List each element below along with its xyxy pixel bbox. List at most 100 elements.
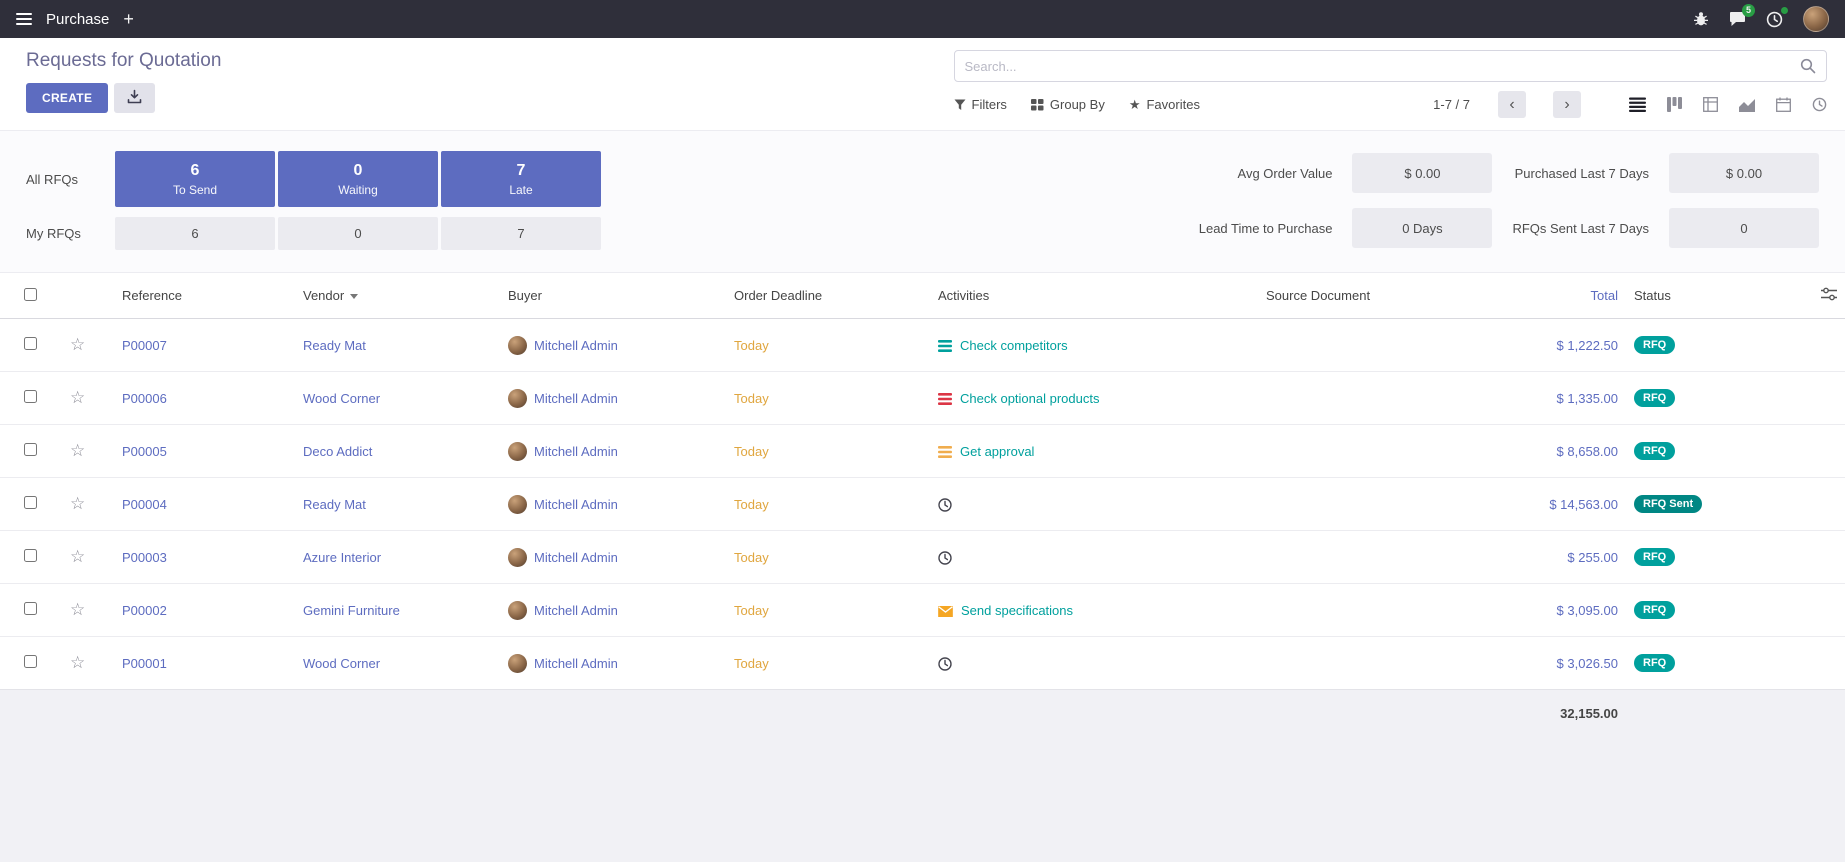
column-header-source-document[interactable]: Source Document [1258,273,1450,319]
activities-clock-icon[interactable] [1766,11,1783,28]
favorite-star-icon[interactable]: ☆ [70,600,85,619]
card-to-send[interactable]: 6 To Send [115,151,275,207]
buyer-link[interactable]: Mitchell Admin [534,550,618,565]
activity-icon[interactable] [938,393,952,405]
vendor-link[interactable]: Azure Interior [303,550,381,565]
row-checkbox[interactable] [24,549,37,562]
row-checkbox[interactable] [24,602,37,615]
vendor-link[interactable]: Deco Addict [303,444,372,459]
my-late[interactable]: 7 [441,217,601,250]
buyer-link[interactable]: Mitchell Admin [534,603,618,618]
buyer-link[interactable]: Mitchell Admin [534,444,618,459]
activity-icon[interactable] [938,606,953,617]
activity-label[interactable]: Check optional products [960,391,1099,406]
optional-columns-icon[interactable] [1821,287,1837,301]
reference-link[interactable]: P00002 [122,603,167,618]
favorite-star-icon[interactable]: ☆ [70,494,85,513]
reference-link[interactable]: P00005 [122,444,167,459]
select-all-checkbox[interactable] [24,288,37,301]
view-calendar-button[interactable] [1776,97,1791,112]
order-deadline-value: Today [734,497,769,512]
row-checkbox[interactable] [24,337,37,350]
vendor-link[interactable]: Gemini Furniture [303,603,400,618]
favorite-star-icon[interactable]: ☆ [70,547,85,566]
favorite-star-icon[interactable]: ☆ [70,335,85,354]
search-icon[interactable] [1800,58,1816,74]
activity-label[interactable]: Check competitors [960,338,1068,353]
buyer-avatar [508,389,527,408]
reference-link[interactable]: P00001 [122,656,167,671]
view-graph-button[interactable] [1739,98,1755,112]
app-name[interactable]: Purchase [46,11,109,28]
column-header-reference[interactable]: Reference [114,273,295,319]
row-checkbox[interactable] [24,496,37,509]
export-button[interactable] [114,83,155,113]
vendor-link[interactable]: Ready Mat [303,338,366,353]
apps-menu-icon[interactable] [16,13,32,25]
my-to-send[interactable]: 6 [115,217,275,250]
buyer-link[interactable]: Mitchell Admin [534,391,618,406]
favorites-button[interactable]: ★ Favorites [1129,97,1200,113]
plus-icon[interactable]: + [123,10,134,28]
view-kanban-button[interactable] [1667,97,1682,112]
table-row[interactable]: ☆ P00005 Deco Addict Mitchell Admin Toda… [0,425,1845,478]
favorite-star-icon[interactable]: ☆ [70,653,85,672]
activity-icon[interactable] [938,498,952,512]
status-badge: RFQ [1634,601,1675,619]
reference-header-label: Reference [122,288,182,303]
user-avatar[interactable] [1803,6,1829,32]
card-late[interactable]: 7 Late [441,151,601,207]
column-header-buyer[interactable]: Buyer [500,273,726,319]
buyer-link[interactable]: Mitchell Admin [534,338,618,353]
buyer-link[interactable]: Mitchell Admin [534,656,618,671]
column-header-order-deadline[interactable]: Order Deadline [726,273,930,319]
reference-link[interactable]: P00007 [122,338,167,353]
my-waiting[interactable]: 0 [278,217,438,250]
total-amount: $ 8,658.00 [1557,444,1618,459]
filters-button[interactable]: Filters [954,97,1007,112]
activity-icon[interactable] [938,446,952,458]
reference-link[interactable]: P00004 [122,497,167,512]
messages-icon[interactable]: 5 [1729,11,1746,27]
table-row[interactable]: ☆ P00003 Azure Interior Mitchell Admin T… [0,531,1845,584]
favorite-star-icon[interactable]: ☆ [70,388,85,407]
table-row[interactable]: ☆ P00007 Ready Mat Mitchell Admin Today … [0,319,1845,372]
activity-icon[interactable] [938,657,952,671]
search-box [954,50,1827,82]
debug-bug-icon[interactable] [1693,11,1709,27]
row-checkbox[interactable] [24,443,37,456]
table-row[interactable]: ☆ P00002 Gemini Furniture Mitchell Admin… [0,584,1845,637]
row-checkbox[interactable] [24,390,37,403]
activity-icon[interactable] [938,340,952,352]
group-by-button[interactable]: Group By [1031,97,1105,112]
activity-label[interactable]: Send specifications [961,603,1073,618]
view-list-button[interactable] [1629,97,1646,112]
table-row[interactable]: ☆ P00004 Ready Mat Mitchell Admin Today … [0,478,1845,531]
kpi-avg-order-label: Avg Order Value [1238,166,1333,181]
create-button[interactable]: CREATE [26,83,108,113]
view-activity-button[interactable] [1812,97,1827,112]
vendor-link[interactable]: Ready Mat [303,497,366,512]
table-row[interactable]: ☆ P00001 Wood Corner Mitchell Admin Toda… [0,637,1845,690]
vendor-link[interactable]: Wood Corner [303,656,380,671]
activity-icon[interactable] [938,551,952,565]
card-waiting[interactable]: 0 Waiting [278,151,438,207]
table-row[interactable]: ☆ P00006 Wood Corner Mitchell Admin Toda… [0,372,1845,425]
buyer-link[interactable]: Mitchell Admin [534,497,618,512]
column-header-total[interactable]: Total [1450,273,1626,319]
buyer-avatar [508,654,527,673]
reference-link[interactable]: P00006 [122,391,167,406]
reference-link[interactable]: P00003 [122,550,167,565]
view-pivot-button[interactable] [1703,97,1718,112]
pager-next-button[interactable]: › [1553,91,1581,118]
favorite-star-icon[interactable]: ☆ [70,441,85,460]
status-badge: RFQ Sent [1634,495,1702,513]
activity-label[interactable]: Get approval [960,444,1034,459]
vendor-link[interactable]: Wood Corner [303,391,380,406]
column-header-activities[interactable]: Activities [930,273,1258,319]
column-header-status[interactable]: Status [1626,273,1766,319]
column-header-vendor[interactable]: Vendor [295,273,500,319]
search-input[interactable] [965,59,1800,74]
pager-previous-button[interactable]: ‹ [1498,91,1526,118]
row-checkbox[interactable] [24,655,37,668]
